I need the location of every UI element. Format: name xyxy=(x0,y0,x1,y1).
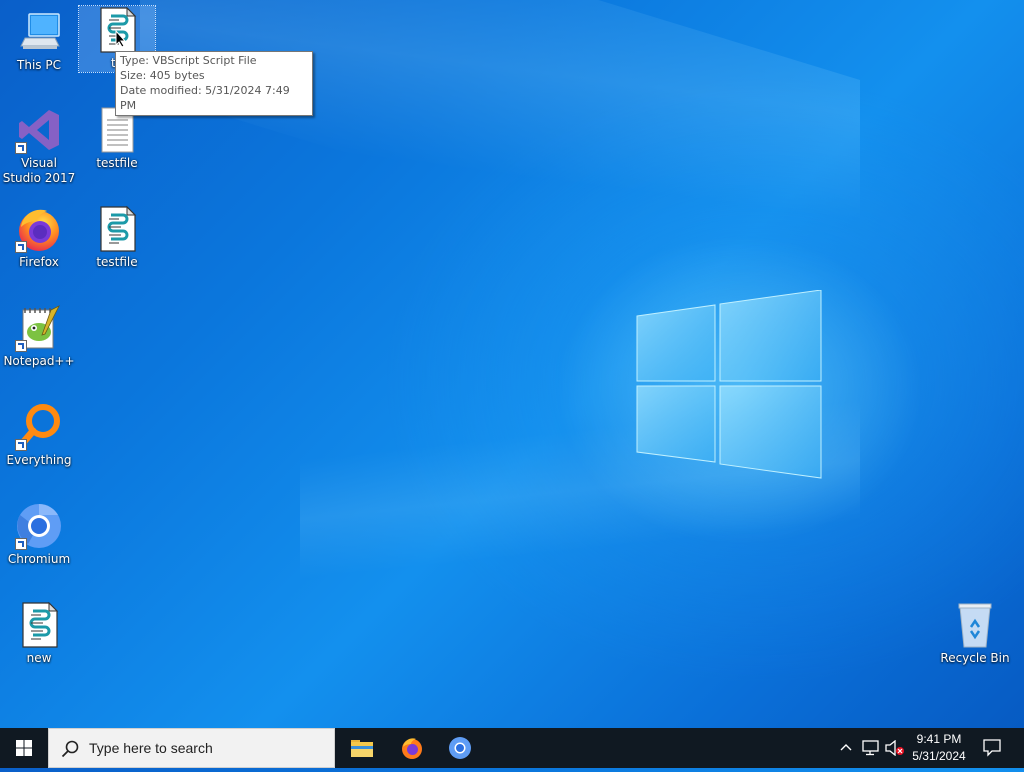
wallpaper-light-beam xyxy=(140,0,860,311)
taskbar-file-explorer[interactable] xyxy=(338,728,386,768)
icon-label: Recycle Bin xyxy=(940,651,1010,665)
desktop-icon-new-vbs[interactable]: new xyxy=(1,601,77,666)
mouse-cursor-icon xyxy=(115,30,127,48)
desktop-icon-testfile-vbs[interactable]: testfile xyxy=(79,205,155,270)
tooltip-size: Size: 405 bytes xyxy=(120,69,205,82)
clock-time: 9:41 PM xyxy=(916,732,962,746)
desktop-icon-everything[interactable]: Everything xyxy=(1,403,77,468)
network-icon xyxy=(862,740,879,756)
tooltip-type: Type: VBScript Script File xyxy=(120,54,257,67)
windows-start-icon xyxy=(16,740,32,756)
taskbar-search-box[interactable]: Type here to search xyxy=(48,728,335,768)
taskbar-clock[interactable]: 9:41 PM 5/31/2024 xyxy=(900,731,978,765)
desktop-icon-notepad-plus-plus[interactable]: Notepad++ xyxy=(1,304,77,369)
vbscript-file-icon xyxy=(93,205,141,253)
icon-label: Chromium xyxy=(7,552,71,566)
vbscript-file-icon xyxy=(15,601,63,649)
icon-label: new xyxy=(26,651,52,665)
show-hidden-icons-button[interactable] xyxy=(836,728,856,768)
desktop-icon-firefox[interactable]: Firefox xyxy=(1,205,77,270)
icon-label: Firefox xyxy=(19,255,59,269)
icon-label: Notepad++ xyxy=(3,354,75,368)
notification-icon xyxy=(983,739,1001,757)
icon-label: testfile xyxy=(96,156,138,170)
desktop-icon-visual-studio[interactable]: Visual Studio 2017 xyxy=(1,106,77,186)
clock-date: 5/31/2024 xyxy=(912,749,966,763)
desktop-icon-chromium[interactable]: Chromium xyxy=(1,502,77,567)
taskbar-firefox[interactable] xyxy=(387,728,435,768)
icon-label: Everything xyxy=(6,453,72,467)
file-explorer-icon xyxy=(351,740,373,757)
tooltip-date-modified: Date modified: 5/31/2024 7:49 PM xyxy=(120,84,290,112)
icon-label: Visual Studio 2017 xyxy=(2,156,76,185)
network-tray-button[interactable] xyxy=(860,728,882,768)
file-info-tooltip: Type: VBScript Script File Size: 405 byt… xyxy=(115,51,313,116)
everything-search-icon xyxy=(15,403,63,451)
recycle-bin-icon xyxy=(951,601,999,649)
shortcut-arrow-icon xyxy=(15,241,27,253)
chevron-up-icon xyxy=(840,744,852,751)
action-center-button[interactable] xyxy=(979,728,1009,768)
taskbar-chromium[interactable] xyxy=(436,728,484,768)
desktop-icon-this-pc[interactable]: This PC xyxy=(1,8,77,73)
chromium-icon xyxy=(449,737,471,759)
shortcut-arrow-icon xyxy=(15,538,27,550)
this-pc-icon xyxy=(15,8,63,56)
start-button[interactable] xyxy=(0,728,48,768)
taskbar: Type here to search 9:41 PM 5/31/2024 xyxy=(0,728,1024,768)
windows-logo-wallpaper xyxy=(636,290,822,479)
icon-label: testfile xyxy=(96,255,138,269)
search-icon xyxy=(61,740,79,758)
visual-studio-icon xyxy=(15,106,63,154)
shortcut-arrow-icon xyxy=(15,142,27,154)
desktop-icon-recycle-bin[interactable]: Recycle Bin xyxy=(937,601,1013,666)
notepad-plus-plus-icon xyxy=(15,304,63,352)
chromium-icon xyxy=(15,502,63,550)
shortcut-arrow-icon xyxy=(15,340,27,352)
icon-label: This PC xyxy=(17,58,61,72)
firefox-icon xyxy=(402,738,422,759)
shortcut-arrow-icon xyxy=(15,439,27,451)
search-placeholder: Type here to search xyxy=(89,740,213,756)
firefox-icon xyxy=(15,205,63,253)
